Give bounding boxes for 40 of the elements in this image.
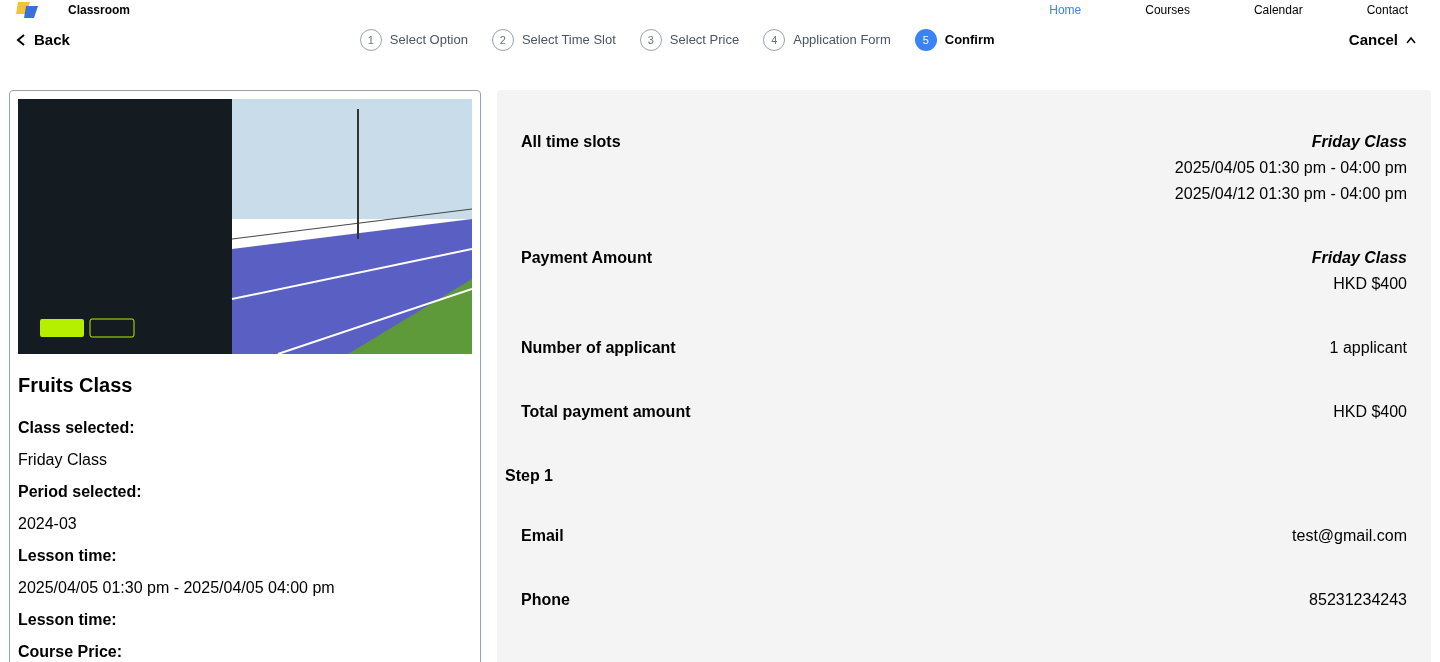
step-label: Application Form (793, 31, 891, 50)
cancel-button[interactable]: Cancel (1348, 28, 1424, 52)
summary-value: 2025/04/12 01:30 pm - 04:00 pm (1174, 184, 1407, 204)
summary-label: Email (521, 526, 564, 546)
summary-value: 2025/04/05 01:30 pm - 04:00 pm (1174, 158, 1407, 178)
field-value: Friday Class (18, 450, 108, 470)
course-title: Fruits Class (18, 373, 134, 398)
field-label: Period selected: (18, 482, 143, 502)
nav-link[interactable]: Courses (1145, 1, 1190, 19)
field-label: Lesson time: (18, 546, 118, 566)
step-label: Select Price (669, 31, 740, 50)
nav-link[interactable]: Calendar (1253, 1, 1303, 19)
summary-value: 1 applicant (1329, 338, 1407, 358)
summary-label: Total payment amount (521, 402, 691, 422)
summary-value: HKD $400 (1333, 274, 1407, 294)
back-button[interactable]: Back (16, 28, 70, 52)
summary-label: All time slots (521, 132, 621, 152)
nav-link[interactable]: Home (1049, 1, 1082, 19)
field-label: Lesson time: (18, 610, 118, 630)
summary-value: test@gmail.com (1292, 526, 1407, 546)
step-label: Select Option (389, 31, 468, 50)
summary-label: Phone (521, 590, 570, 610)
brand-name: Classroom (68, 2, 131, 19)
summary-value: HKD $400 (1333, 402, 1407, 422)
field-value: 2024-03 (18, 514, 78, 534)
summary-value: Friday Class (1311, 132, 1407, 152)
nav-link[interactable]: Contact (1366, 1, 1408, 19)
section-heading: Step 1 (505, 466, 554, 486)
summary-value: Friday Class (1311, 248, 1407, 268)
step-label: Select Time Slot (521, 31, 616, 50)
summary-label: Number of applicant (521, 338, 676, 358)
summary-label: Payment Amount (521, 248, 652, 268)
field-label: Class selected: (18, 418, 136, 438)
chevron-up-icon (1406, 36, 1416, 44)
field-label: Course Price: (18, 642, 124, 662)
summary-value: 85231234243 (1309, 590, 1407, 610)
field-value: 2025/04/05 01:30 pm - 2025/04/05 04:00 pm (18, 578, 336, 598)
step-number: 5 (914, 29, 937, 51)
step-label: Confirm (944, 31, 995, 50)
chevron-left-icon (16, 34, 26, 46)
